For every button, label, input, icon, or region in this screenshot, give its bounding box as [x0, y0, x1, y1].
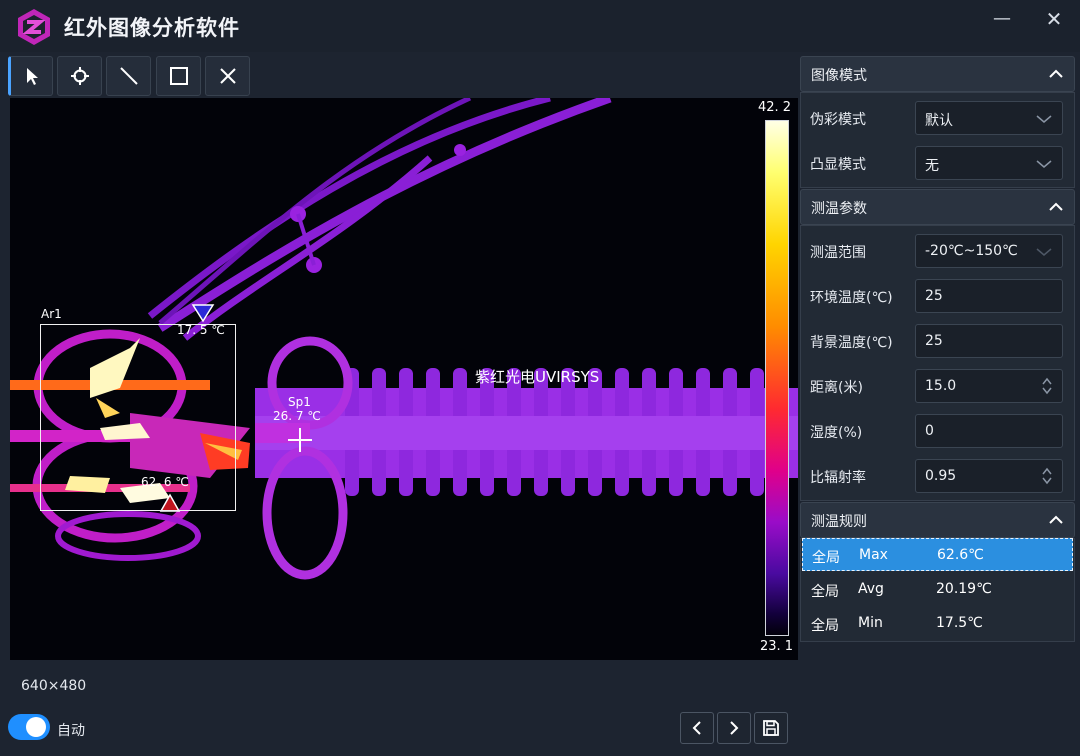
rule-row-max[interactable]: 全局 Max 62.6℃ [802, 538, 1073, 571]
area-roi-label: Ar1 [41, 307, 62, 321]
colorbar-max-label: 42. 2 [758, 100, 792, 115]
chevron-down-icon [1036, 115, 1052, 123]
distance-spinbox[interactable]: 15.0 [915, 369, 1063, 403]
save-disk-icon [763, 720, 779, 736]
x-close-icon [219, 68, 236, 84]
cursor-arrow-icon [26, 68, 38, 85]
emissivity-spinbox[interactable]: 0.95 [915, 459, 1063, 493]
app-title: 红外图像分析软件 [64, 16, 240, 40]
thermal-image-viewer[interactable]: Ar1 17. 5 ℃ 62. 6 ℃ Sp1 26. 7 ℃ 紫红光电UVIR… [10, 98, 798, 660]
rule-row-min[interactable]: 全局 Min 17.5℃ [802, 607, 1073, 640]
humidity-label: 湿度(%) [810, 425, 863, 441]
background-temp-label: 背景温度(℃) [810, 335, 893, 351]
rule-value: 17.5℃ [936, 615, 983, 631]
rule-kind: Max [859, 547, 888, 563]
next-image-button[interactable] [717, 712, 751, 744]
close-window-button[interactable]: ✕ [1040, 8, 1068, 30]
emissivity-label: 比辐射率 [810, 470, 866, 486]
temp-range-select[interactable]: -20℃~150℃ [915, 234, 1063, 268]
spin-arrows-icon[interactable] [1041, 376, 1053, 396]
ambient-temp-input[interactable]: 25 [915, 279, 1063, 313]
temp-range-label: 测温范围 [810, 245, 866, 261]
line-tool-button[interactable] [106, 56, 151, 96]
distance-value: 15.0 [925, 378, 957, 394]
pseudo-color-select[interactable]: 默认 [915, 101, 1063, 135]
rule-value: 20.19℃ [936, 581, 992, 597]
pseudo-color-label: 伪彩模式 [810, 112, 866, 128]
image-resolution: 640×480 [21, 678, 87, 694]
rectangle-tool-button[interactable] [156, 56, 201, 96]
app-logo-icon [18, 9, 50, 45]
measure-params-title: 测温参数 [811, 201, 867, 217]
chevron-up-icon [1049, 69, 1063, 78]
previous-image-button[interactable] [680, 712, 714, 744]
point-tool-button[interactable] [57, 56, 102, 96]
crosshair-target-icon [70, 67, 89, 85]
chevron-down-icon [1036, 160, 1052, 168]
colorbar-min-label: 23. 1 [760, 639, 794, 654]
select-tool-button[interactable] [8, 56, 53, 96]
save-button[interactable] [754, 712, 788, 744]
rule-row-avg[interactable]: 全局 Avg 20.19℃ [802, 573, 1073, 606]
temperature-colorbar [765, 120, 789, 636]
ambient-temp-label: 环境温度(℃) [810, 290, 893, 306]
measure-rules-title: 测温规则 [811, 514, 867, 530]
highlight-mode-select[interactable]: 无 [915, 146, 1063, 180]
title-bar: 红外图像分析软件 — ✕ [0, 0, 1080, 52]
minimize-button[interactable]: — [988, 8, 1016, 30]
humidity-value: 0 [925, 423, 934, 439]
distance-label: 距离(米) [810, 380, 863, 396]
emissivity-value: 0.95 [925, 468, 957, 484]
highlight-mode-label: 凸显模式 [810, 157, 866, 173]
spin-arrows-icon[interactable] [1041, 466, 1053, 486]
measurement-toolbar [8, 56, 796, 96]
spot-temp-label: 26. 7 ℃ [273, 409, 321, 423]
toggle-knob [26, 717, 46, 737]
ambient-temp-value: 25 [925, 288, 943, 304]
highlight-mode-value: 无 [925, 158, 939, 174]
spot-label: Sp1 [288, 395, 311, 409]
rule-value: 62.6℃ [937, 547, 984, 563]
chevron-right-icon [730, 721, 739, 735]
background-temp-value: 25 [925, 333, 943, 349]
temp-range-value: -20℃~150℃ [925, 243, 1018, 259]
humidity-input[interactable]: 0 [915, 414, 1063, 448]
rule-scope: 全局 [811, 618, 839, 634]
image-mode-title: 图像模式 [811, 68, 867, 84]
rectangle-tool-icon [169, 67, 188, 85]
chevron-left-icon [692, 721, 701, 735]
chevron-up-icon [1049, 515, 1063, 524]
clear-tool-button[interactable] [205, 56, 250, 96]
auto-toggle[interactable] [8, 714, 50, 740]
area-min-temp-label: 17. 5 ℃ [177, 323, 225, 337]
measure-params-section-header[interactable]: 测温参数 [800, 189, 1075, 225]
pseudo-color-value: 默认 [925, 113, 953, 129]
area-roi-box[interactable] [40, 324, 236, 511]
background-temp-input[interactable]: 25 [915, 324, 1063, 358]
rule-scope: 全局 [811, 584, 839, 600]
watermark-text: 紫红光电UVIRSYS [475, 368, 600, 386]
measure-rules-section-header[interactable]: 测温规则 [800, 502, 1075, 538]
rule-kind: Avg [858, 581, 884, 597]
chevron-up-icon [1049, 202, 1063, 211]
rule-kind: Min [858, 615, 883, 631]
line-tool-icon [119, 67, 138, 85]
auto-toggle-label: 自动 [57, 723, 85, 739]
area-max-temp-label: 62. 6 ℃ [141, 475, 189, 489]
image-mode-section-header[interactable]: 图像模式 [800, 56, 1075, 92]
chevron-down-icon [1036, 248, 1052, 256]
rule-scope: 全局 [812, 550, 840, 566]
